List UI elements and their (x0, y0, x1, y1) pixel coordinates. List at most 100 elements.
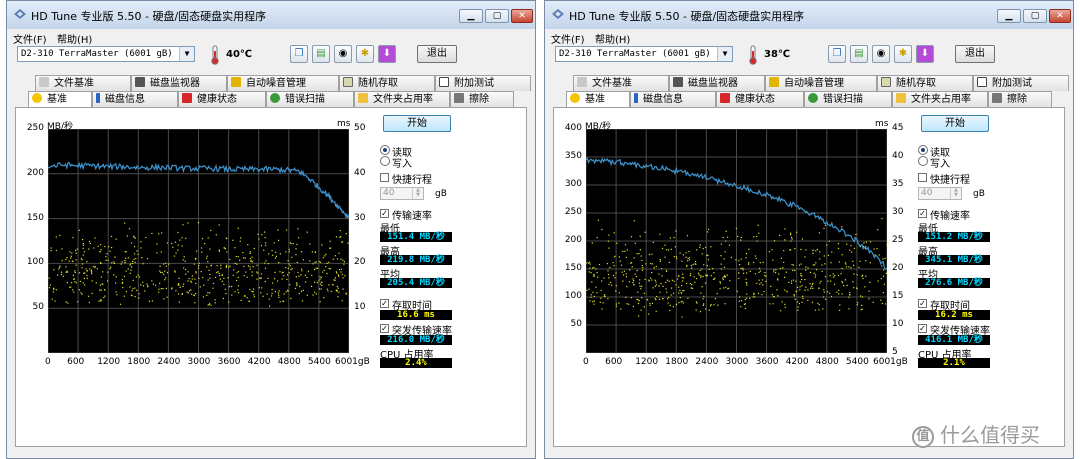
access-time-point (815, 250, 817, 252)
access-time-point (260, 292, 262, 294)
close-button[interactable]: ✕ (1049, 9, 1071, 23)
access-time-point (809, 283, 811, 285)
write-radio[interactable] (380, 156, 390, 166)
watermark-text: 什么值得买 (940, 423, 1040, 447)
access-time-point (237, 256, 239, 258)
tab-benchmark[interactable]: 基准 (566, 91, 630, 108)
tab-folder-usage[interactable]: 文件夹占用率 (892, 91, 988, 107)
benchmark-chart (48, 129, 349, 353)
access-time-point (873, 248, 875, 250)
save-results-button[interactable]: ▤ (850, 45, 868, 63)
burst-rate-checkbox[interactable]: ✓ (380, 324, 389, 333)
access-time-point (278, 294, 280, 296)
access-time-point (282, 300, 285, 302)
exit-button[interactable]: 退出 (955, 45, 995, 63)
read-radio[interactable] (918, 145, 928, 155)
access-time-point (738, 277, 740, 279)
short-stroke-checkbox[interactable] (380, 173, 389, 182)
access-time-point (287, 267, 289, 269)
menu-help[interactable]: 帮助(H) (57, 31, 92, 46)
burst-rate-checkbox[interactable]: ✓ (918, 324, 927, 333)
tab-extra-tests[interactable]: 附加测试 (973, 75, 1069, 91)
access-time-point (641, 269, 643, 271)
access-time-point (837, 243, 839, 245)
tab-extra-tests[interactable]: 附加测试 (435, 75, 531, 91)
maximize-button[interactable]: ▢ (1023, 9, 1047, 23)
screenshot-camera-button[interactable]: ◉ (872, 45, 890, 63)
access-time-point (681, 300, 683, 302)
menu-file[interactable]: 文件(F) (551, 31, 585, 46)
download-arrow-button[interactable]: ⬇ (916, 45, 934, 63)
access-time-point (100, 244, 102, 246)
menu-help[interactable]: 帮助(H) (595, 31, 630, 46)
minimize-button[interactable]: ▁ (459, 9, 483, 23)
access-time-point (220, 267, 222, 269)
tab-health[interactable]: 健康状态 (178, 91, 266, 107)
copy-info-button[interactable]: ❐ (290, 45, 308, 63)
access-time-point (666, 279, 669, 281)
tab-error-scan[interactable]: 错误扫描 (804, 91, 892, 107)
tab-disk-monitor[interactable]: 磁盘监视器 (131, 75, 227, 91)
transfer-rate-checkbox[interactable]: ✓ (380, 209, 389, 218)
access-time-point (661, 268, 663, 270)
access-time-point (779, 234, 781, 236)
start-button[interactable]: 开始 (921, 115, 989, 132)
tab-folder-usage[interactable]: 文件夹占用率 (354, 91, 450, 107)
tab-random-access[interactable]: 随机存取 (877, 75, 973, 91)
access-time-point (838, 293, 840, 295)
access-time-point (116, 294, 118, 296)
drive-select[interactable]: D2-310 TerraMaster (6001 gB) ▼ (555, 46, 733, 62)
read-radio[interactable] (380, 145, 390, 155)
short-stroke-spinner[interactable]: 40 ▲ ▼ (380, 187, 424, 200)
access-time-point (309, 260, 311, 262)
access-time-point (296, 243, 298, 245)
access-time-point (278, 296, 280, 298)
tab-disk-info[interactable]: 磁盘信息 (92, 91, 178, 107)
access-time-point (59, 265, 61, 267)
write-radio[interactable] (918, 156, 928, 166)
copy-info-button[interactable]: ❐ (828, 45, 846, 63)
tab-disk-info[interactable]: 磁盘信息 (630, 91, 716, 107)
access-time-value: 16.2 ms (918, 310, 990, 320)
access-time-point (178, 283, 180, 285)
tab-aam[interactable]: 自动噪音管理 (227, 75, 339, 91)
access-time-point (137, 253, 139, 255)
short-stroke-checkbox[interactable] (918, 173, 927, 182)
options-button[interactable]: ✱ (894, 45, 912, 63)
tab-file-benchmark[interactable]: 文件基准 (35, 75, 131, 91)
start-button[interactable]: 开始 (383, 115, 451, 132)
access-time-point (209, 273, 211, 276)
save-results-button[interactable]: ▤ (312, 45, 330, 63)
close-button[interactable]: ✕ (511, 9, 533, 23)
tab-random-access[interactable]: 随机存取 (339, 75, 435, 91)
access-time-point (126, 235, 128, 237)
tab-file-benchmark[interactable]: 文件基准 (573, 75, 669, 91)
access-time-point (791, 280, 793, 282)
screenshot-camera-button[interactable]: ◉ (334, 45, 352, 63)
tab-erase[interactable]: 擦除 (450, 91, 514, 107)
download-arrow-button[interactable]: ⬇ (378, 45, 396, 63)
tab-error-scan[interactable]: 错误扫描 (266, 91, 354, 107)
tab-disk-monitor[interactable]: 磁盘监视器 (669, 75, 765, 91)
options-button[interactable]: ✱ (356, 45, 374, 63)
title-bar: HD Tune 专业版 5.50 - 硬盘/固态硬盘实用程序 ▁ ▢ ✕ (7, 1, 535, 30)
access-time-point (695, 263, 697, 265)
access-time-point (631, 266, 633, 268)
tab-health[interactable]: 健康状态 (716, 91, 804, 107)
access-time-checkbox[interactable]: ✓ (380, 299, 389, 308)
tab-erase[interactable]: 擦除 (988, 91, 1052, 107)
access-time-point (174, 241, 177, 243)
drive-select[interactable]: D2-310 TerraMaster (6001 gB) ▼ (17, 46, 195, 62)
access-time-checkbox[interactable]: ✓ (918, 299, 927, 308)
short-stroke-spinner[interactable]: 40 ▲ ▼ (918, 187, 962, 200)
access-time-point (618, 256, 620, 258)
menu-file[interactable]: 文件(F) (13, 31, 47, 46)
exit-button[interactable]: 退出 (417, 45, 457, 63)
tab-aam[interactable]: 自动噪音管理 (765, 75, 877, 91)
minimize-button[interactable]: ▁ (997, 9, 1021, 23)
tab-benchmark[interactable]: 基准 (28, 91, 92, 108)
transfer-rate-checkbox[interactable]: ✓ (918, 209, 927, 218)
access-time-point (757, 224, 759, 226)
random-access-icon (343, 77, 353, 87)
maximize-button[interactable]: ▢ (485, 9, 509, 23)
